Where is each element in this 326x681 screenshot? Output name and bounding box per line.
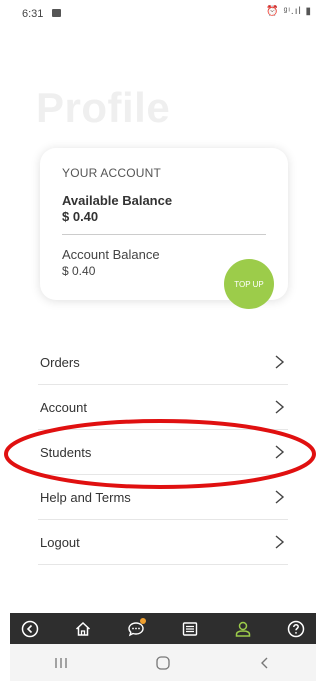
profile-icon (235, 621, 250, 637)
profile-menu: Orders Account Students Help and Terms L… (38, 340, 288, 565)
nav-home-button[interactable] (71, 617, 95, 641)
menu-item-label: Account (40, 400, 87, 415)
back-system-button[interactable] (245, 648, 285, 678)
account-balance-value: $ 0.40 (62, 264, 96, 278)
status-icons: ⏰ ᵍᶦ.ıl ▮ (266, 6, 312, 17)
nav-chat-button[interactable] (124, 617, 148, 641)
menu-item-label: Logout (40, 535, 80, 550)
system-nav-bar (10, 644, 316, 681)
status-bar: 6:31 ⏰ ᵍᶦ.ıl ▮ (0, 0, 326, 26)
chevron-right-icon (275, 445, 285, 459)
menu-item-help-and-terms[interactable]: Help and Terms (38, 475, 288, 520)
bottom-nav (10, 613, 316, 644)
menu-item-label: Students (40, 445, 92, 460)
list-icon (182, 621, 197, 636)
card-heading: YOUR ACCOUNT (62, 166, 162, 180)
notification-icon (52, 9, 61, 17)
page-title: Profile (36, 84, 171, 131)
nav-profile-button[interactable] (231, 617, 255, 641)
recent-apps-icon (55, 657, 67, 668)
nav-list-button[interactable] (178, 617, 202, 641)
chevron-right-icon (275, 355, 285, 369)
recent-apps-button[interactable] (41, 648, 81, 678)
menu-item-account[interactable]: Account (38, 385, 288, 430)
back-icon (21, 620, 39, 637)
menu-item-orders[interactable]: Orders (38, 340, 288, 385)
menu-item-label: Orders (40, 355, 80, 370)
available-balance-value: $ 0.40 (62, 209, 99, 224)
card-divider (62, 234, 266, 235)
status-time: 6:31 (22, 8, 44, 20)
nav-help-button[interactable] (284, 617, 308, 641)
menu-item-logout[interactable]: Logout (38, 520, 288, 565)
account-balance-label: Account Balance (62, 247, 160, 262)
home-circle-icon (156, 655, 170, 670)
chevron-right-icon (275, 400, 285, 414)
notification-dot (140, 617, 147, 624)
help-icon (287, 620, 305, 637)
chevron-right-icon (275, 490, 285, 504)
account-card: YOUR ACCOUNT Available Balance $ 0.40 Ac… (40, 148, 288, 309)
chevron-right-icon (275, 535, 285, 549)
available-balance-label: Available Balance (62, 193, 173, 208)
menu-item-students[interactable]: Students (38, 430, 288, 475)
menu-item-label: Help and Terms (40, 490, 131, 505)
home-icon (76, 621, 91, 636)
back-chevron-icon (261, 657, 268, 668)
nav-back-button[interactable] (18, 617, 42, 641)
home-system-button[interactable] (143, 648, 183, 678)
top-up-button[interactable]: TOP UP (224, 259, 274, 309)
